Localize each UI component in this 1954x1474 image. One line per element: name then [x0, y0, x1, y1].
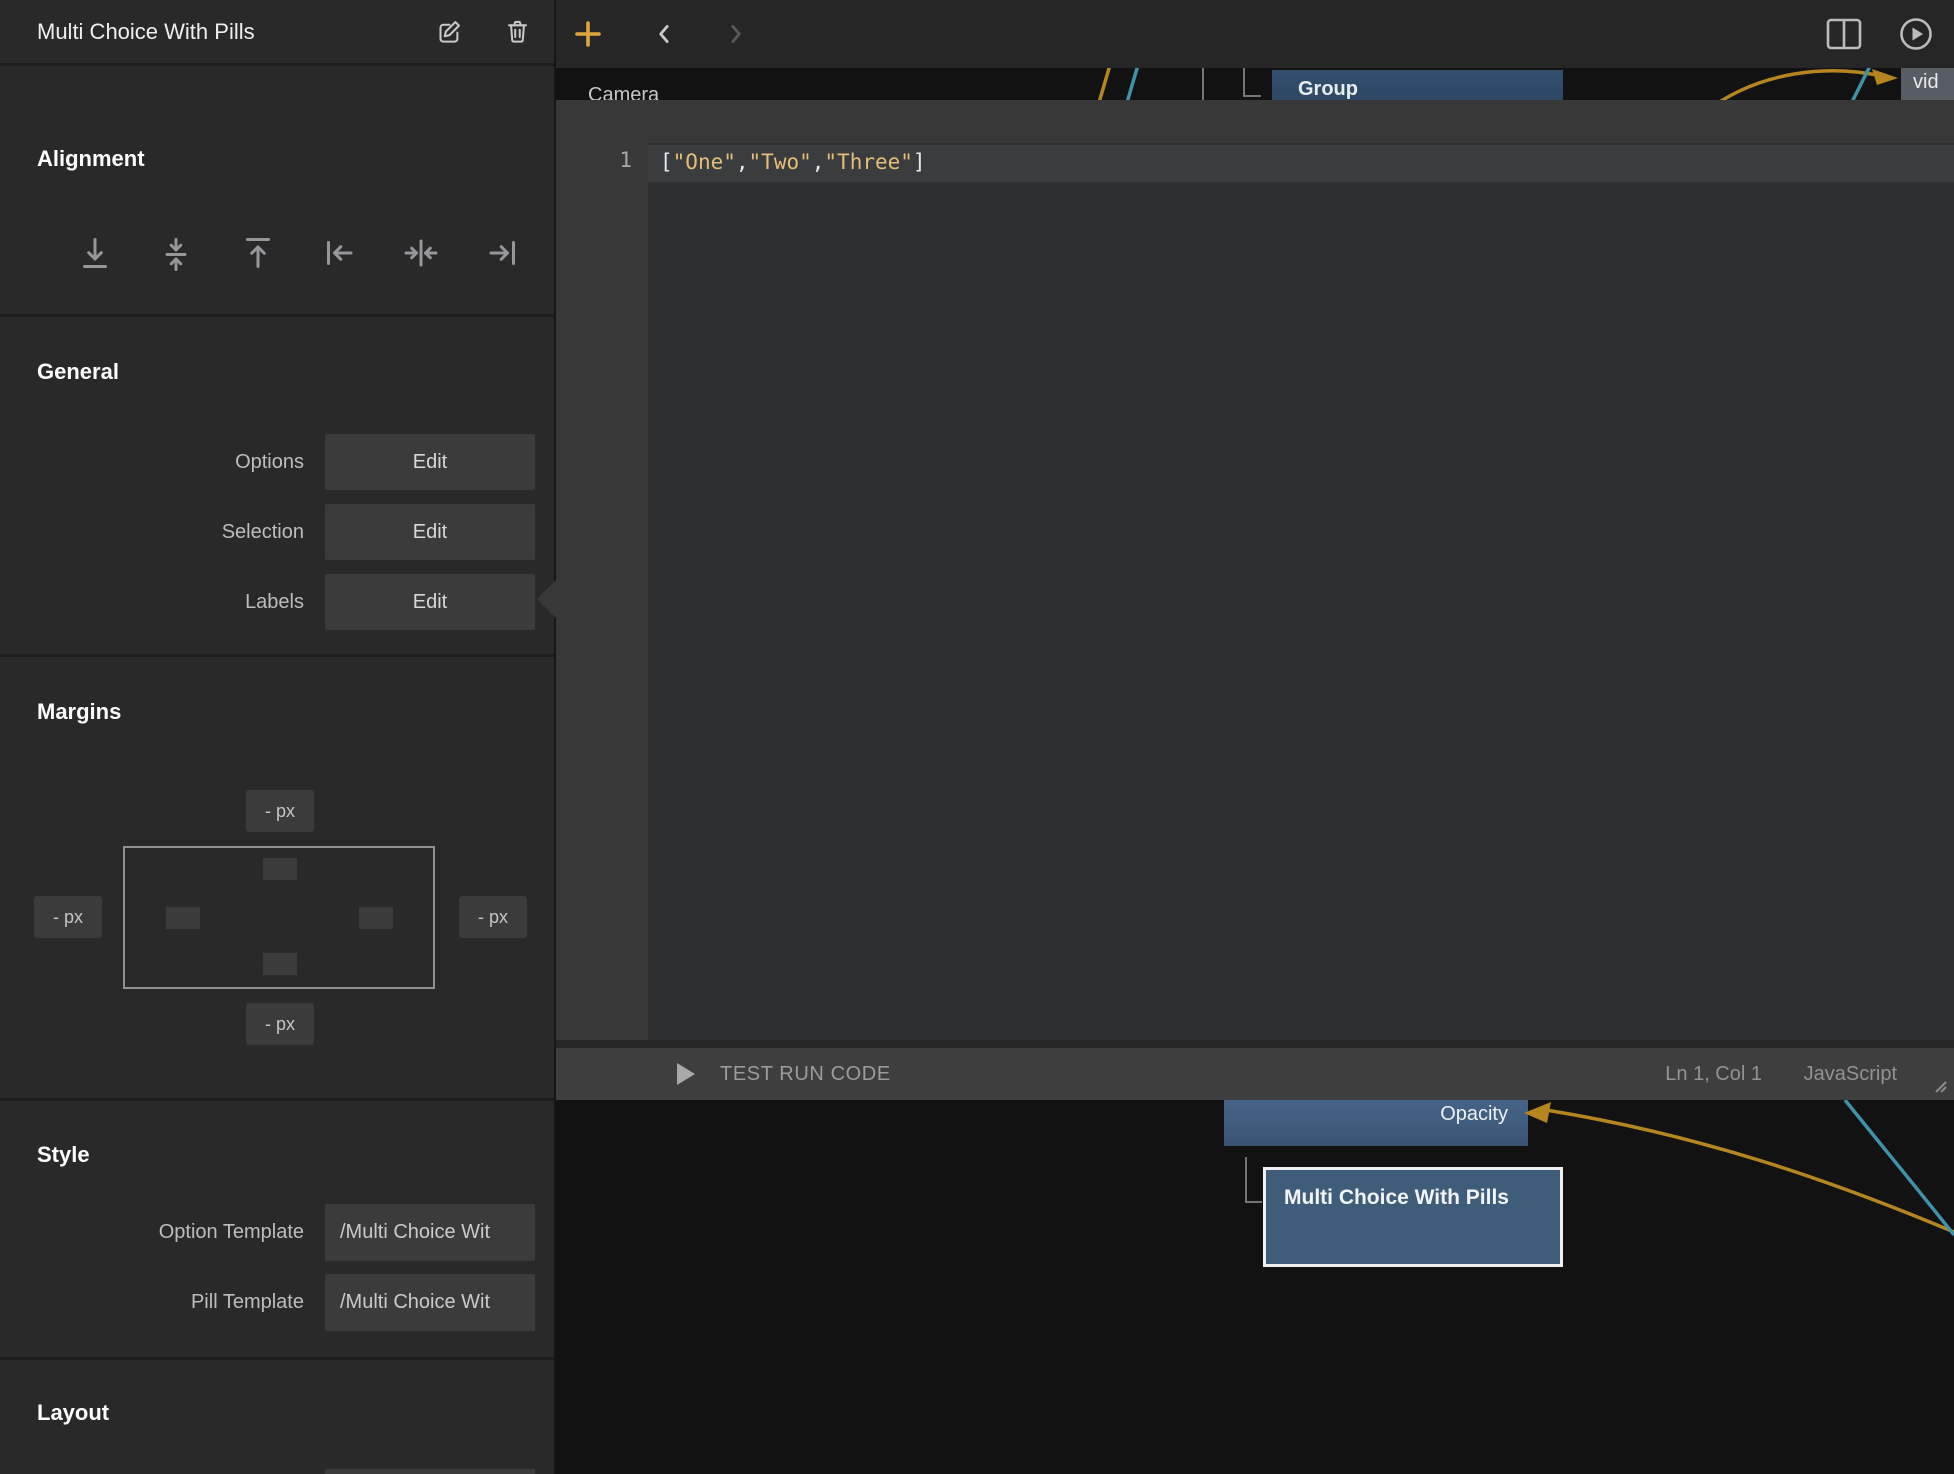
general-heading: General — [37, 359, 119, 385]
app-window: Multi Choice With Pills — [0, 0, 1954, 1474]
mcwp-child-connector — [1246, 1157, 1262, 1202]
resize-grip[interactable] — [1930, 1076, 1948, 1094]
properties-titlebar: Multi Choice With Pills — [0, 0, 554, 66]
layout-field-partial[interactable] — [325, 1469, 535, 1474]
group-child-connector — [1244, 68, 1261, 96]
run-preview-button[interactable] — [1896, 14, 1936, 54]
section-margins: Margins - px - px - px - px — [0, 654, 556, 1098]
video-node[interactable]: vid — [1901, 68, 1954, 102]
properties-panel: Multi Choice With Pills — [0, 0, 556, 1474]
align-vertical-center-icon[interactable] — [148, 225, 204, 281]
section-alignment: Alignment — [0, 66, 556, 314]
split-view-icon[interactable] — [1824, 14, 1864, 54]
wire-teal-bottom — [1845, 1100, 1954, 1235]
labels-label: Labels — [0, 574, 304, 630]
pill-template-row: Pill Template /Multi Choice Wit — [0, 1274, 556, 1331]
margin-right-handle[interactable] — [359, 907, 393, 929]
margin-top-handle[interactable] — [263, 858, 297, 880]
language-indicator: JavaScript — [1804, 1048, 1897, 1100]
navigate-back-button[interactable] — [645, 14, 685, 54]
margin-right-input[interactable]: - px — [459, 896, 527, 938]
add-node-button[interactable] — [568, 14, 608, 54]
wire-orange-bottom — [1546, 1110, 1954, 1232]
code-token: "Three" — [824, 150, 913, 174]
test-run-play-icon[interactable] — [677, 1063, 695, 1085]
align-top-icon[interactable] — [230, 225, 286, 281]
code-token: [ — [660, 150, 673, 174]
margin-left-input[interactable]: - px — [34, 896, 102, 938]
options-label: Options — [0, 434, 304, 490]
arrowhead-opacity — [1524, 1102, 1551, 1123]
selection-label: Selection — [0, 504, 304, 560]
labels-edit-button[interactable]: Edit — [325, 574, 535, 630]
titlebar-actions — [434, 17, 532, 47]
labels-row: Labels Edit — [0, 574, 556, 630]
editor-footer: TEST RUN CODE Ln 1, Col 1 JavaScript — [556, 1048, 1954, 1100]
margin-bottom-input[interactable]: - px — [246, 1003, 314, 1045]
option-template-row: Option Template /Multi Choice Wit — [0, 1204, 556, 1261]
selection-row: Selection Edit — [0, 504, 556, 560]
node-title: Multi Choice With Pills — [37, 19, 434, 45]
navigate-forward-button[interactable] — [715, 14, 755, 54]
code-token: "Two" — [749, 150, 812, 174]
selection-edit-button[interactable]: Edit — [325, 504, 535, 560]
margin-bottom-handle[interactable] — [263, 953, 297, 975]
options-edit-button[interactable]: Edit — [325, 434, 535, 490]
align-left-icon[interactable] — [311, 225, 367, 281]
align-right-icon[interactable] — [475, 225, 531, 281]
editor-footer-divider — [556, 1040, 1954, 1048]
code-token: , — [812, 150, 825, 174]
code-editor-popup: 1 ["One","Two","Three"] TEST RUN CODE Ln… — [556, 100, 1954, 1100]
delete-icon[interactable] — [502, 17, 532, 47]
section-layout: Layout — [0, 1357, 556, 1474]
rename-icon[interactable] — [434, 17, 464, 47]
section-general: General Options Edit Selection Edit Labe… — [0, 314, 556, 654]
margins-box-outline — [123, 846, 435, 989]
margins-visual: - px - px - px - px — [0, 657, 556, 1101]
section-style: Style Option Template /Multi Choice Wit … — [0, 1098, 556, 1357]
align-horizontal-center-icon[interactable] — [393, 225, 449, 281]
opacity-node[interactable]: Opacity — [1224, 1095, 1528, 1146]
option-template-field[interactable]: /Multi Choice Wit — [325, 1204, 535, 1261]
option-template-label: Option Template — [0, 1204, 304, 1261]
pill-template-label: Pill Template — [0, 1274, 304, 1331]
arrowhead-video — [1872, 69, 1898, 85]
alignment-heading: Alignment — [37, 146, 145, 172]
align-bottom-icon[interactable] — [67, 225, 123, 281]
code-token: "One" — [673, 150, 736, 174]
opacity-node-label: Opacity — [1440, 1103, 1508, 1126]
style-heading: Style — [37, 1142, 90, 1168]
margin-left-handle[interactable] — [166, 907, 200, 929]
canvas-toolbar — [556, 0, 1954, 68]
popup-anchor-arrow — [537, 580, 556, 618]
cursor-position: Ln 1, Col 1 — [1665, 1048, 1762, 1100]
layout-heading: Layout — [37, 1400, 109, 1426]
line-number: 1 — [596, 148, 632, 172]
margin-top-input[interactable]: - px — [246, 790, 314, 832]
pill-template-field[interactable]: /Multi Choice Wit — [325, 1274, 535, 1331]
code-editor-area[interactable]: ["One","Two","Three"] — [648, 143, 1954, 1040]
code-line-1[interactable]: ["One","Two","Three"] — [660, 150, 926, 174]
options-row: Options Edit — [0, 434, 556, 490]
code-token: , — [736, 150, 749, 174]
alignment-buttons — [0, 225, 556, 281]
multi-choice-with-pills-node[interactable]: Multi Choice With Pills — [1263, 1167, 1563, 1267]
test-run-code-button[interactable]: TEST RUN CODE — [720, 1048, 891, 1100]
code-token: ] — [913, 150, 926, 174]
